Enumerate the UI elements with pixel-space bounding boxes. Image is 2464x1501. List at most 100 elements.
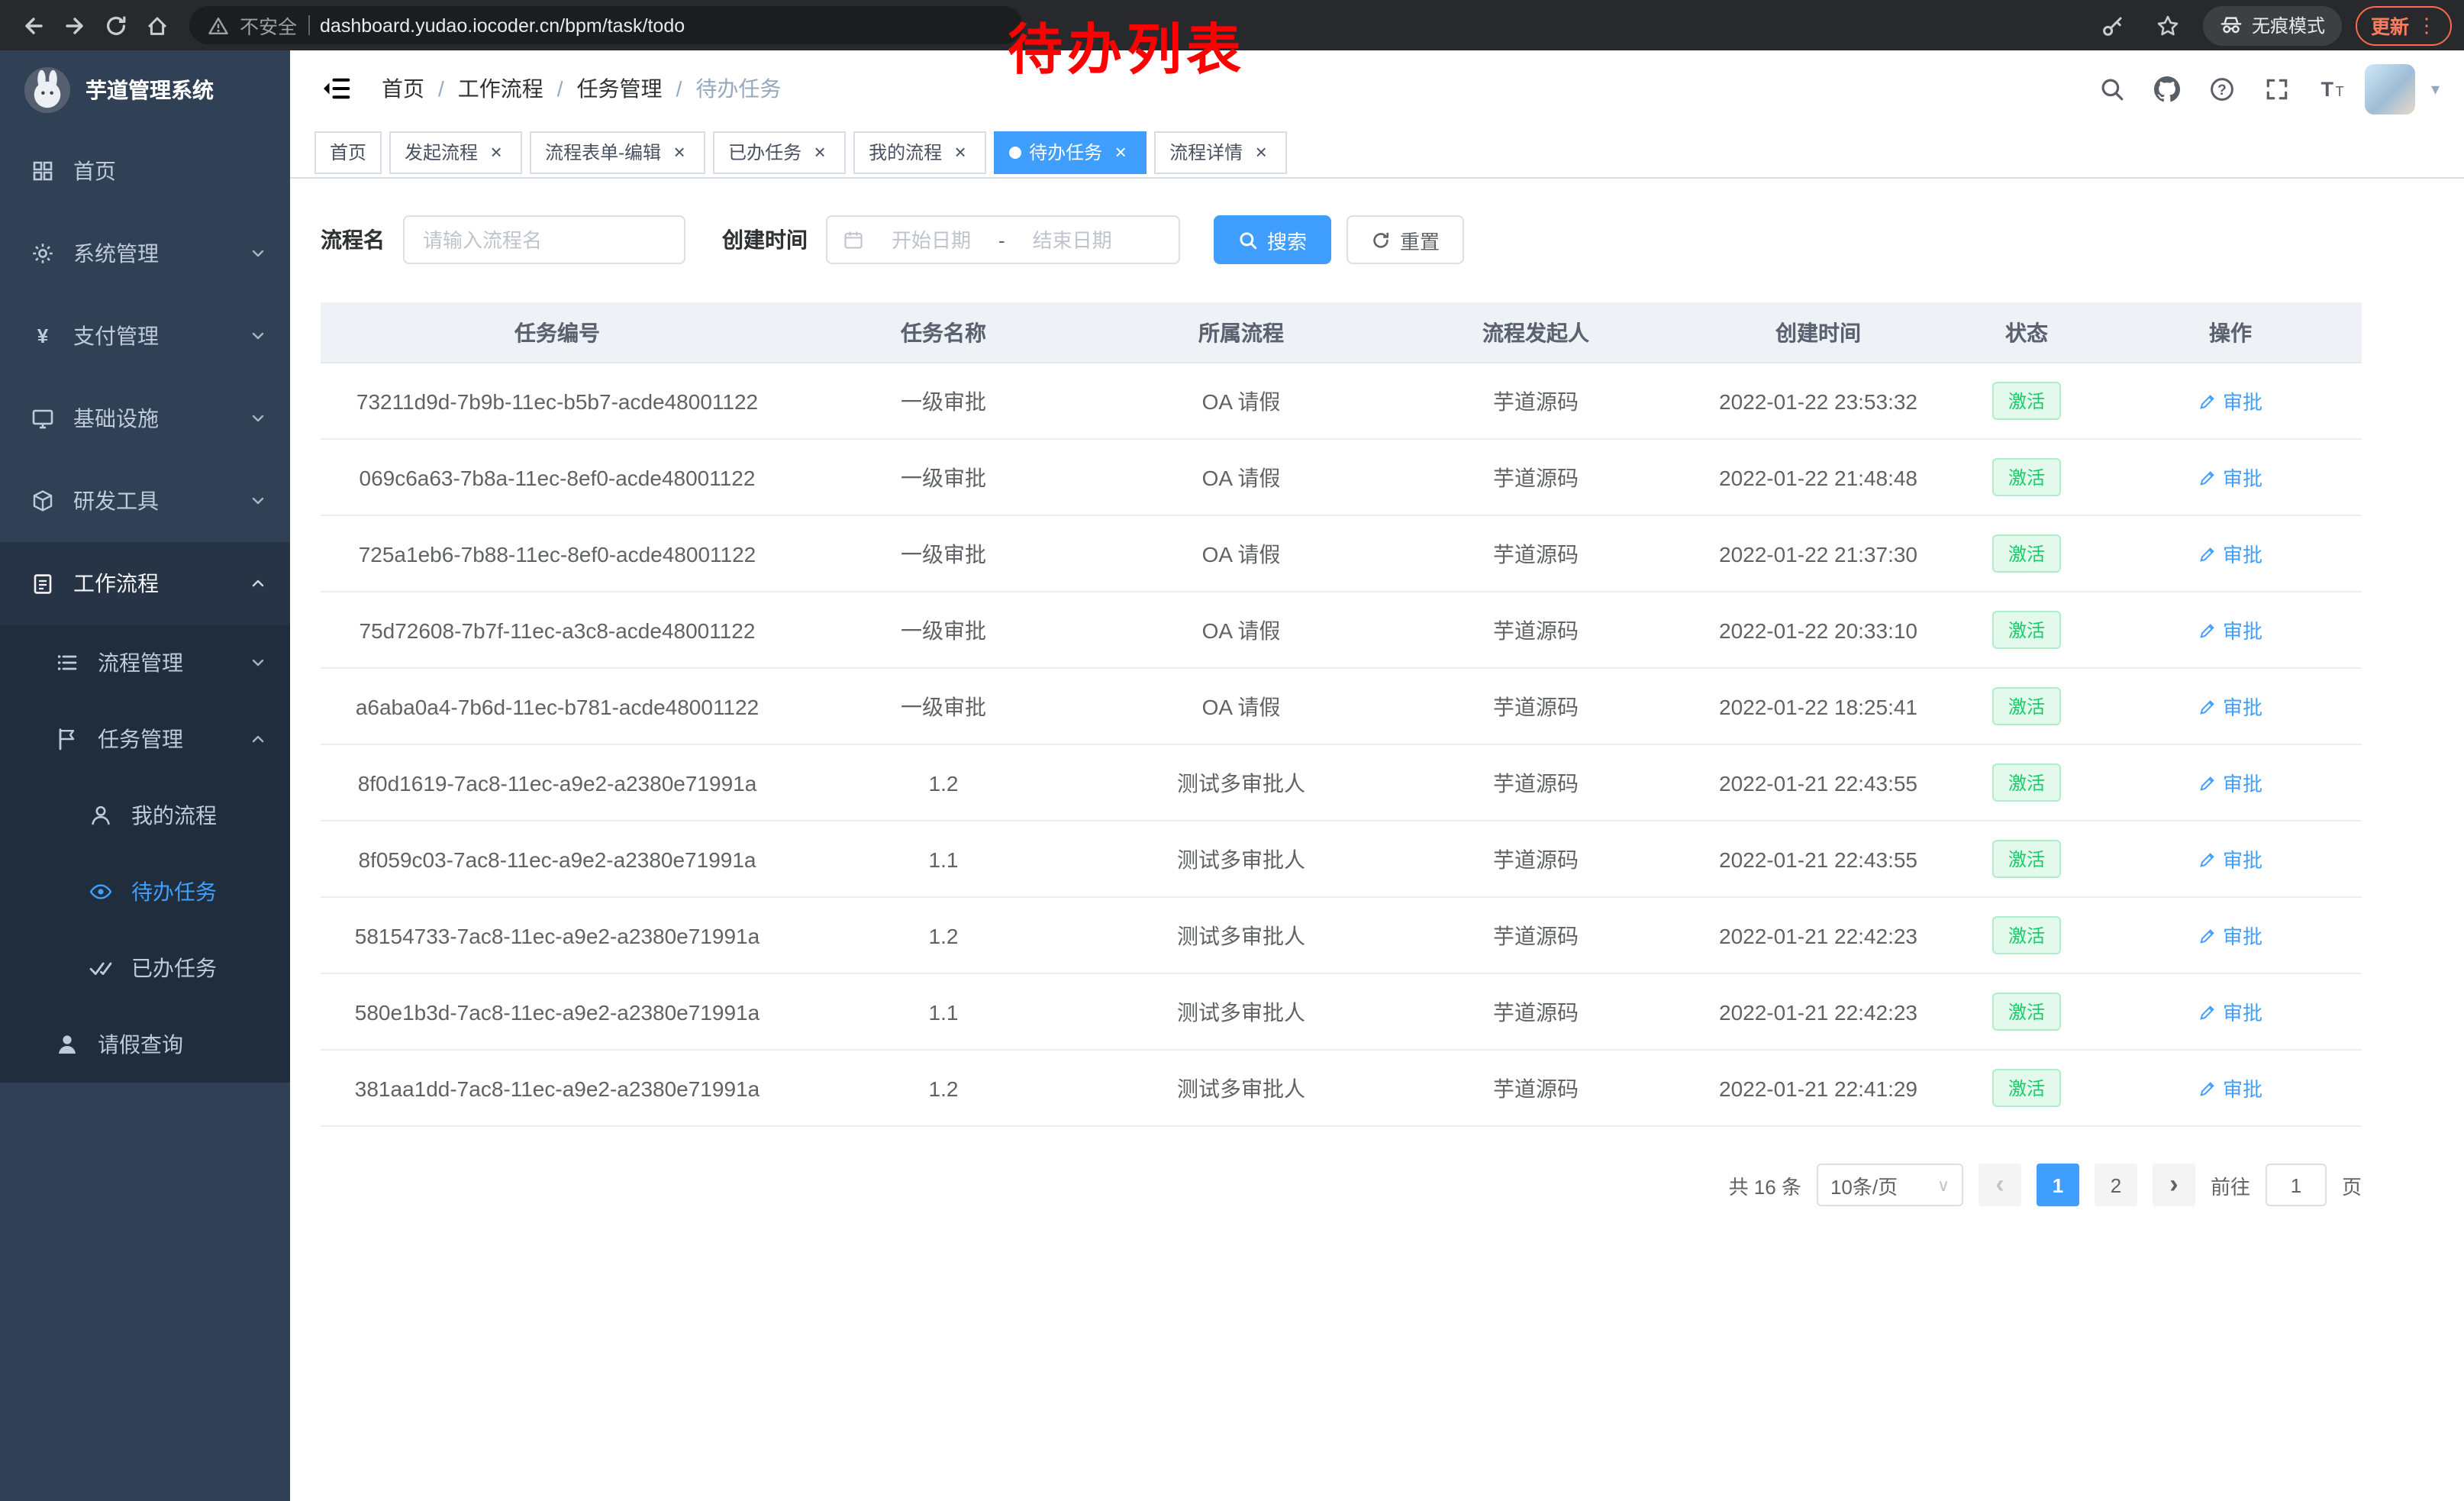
sidebar-item-workflow[interactable]: 工作流程: [0, 542, 290, 625]
reset-button[interactable]: 重置: [1346, 215, 1464, 264]
omnibox-divider: [308, 15, 309, 35]
forward-button[interactable]: [53, 5, 95, 46]
screen: 不安全 dashboard.yudao.iocoder.cn/bpm/task/…: [0, 0, 2464, 1501]
tab-home[interactable]: 首页: [314, 131, 382, 173]
chevron-up-icon: [249, 730, 267, 748]
breadcrumb-workflow[interactable]: 工作流程: [458, 73, 543, 104]
approve-link[interactable]: 审批: [2198, 844, 2262, 873]
approve-link[interactable]: 审批: [2198, 386, 2262, 415]
breadcrumb-task-management[interactable]: 任务管理: [577, 73, 663, 104]
close-tab-icon[interactable]: ×: [1110, 141, 1131, 163]
hamburger-icon: [321, 73, 351, 104]
process-name-input[interactable]: [403, 215, 685, 264]
approve-link[interactable]: 审批: [2198, 768, 2262, 797]
status-badge: 激活: [1993, 534, 2060, 573]
close-tab-icon[interactable]: ×: [669, 141, 690, 163]
approve-link[interactable]: 审批: [2198, 692, 2262, 721]
caret-down-icon[interactable]: ▾: [2431, 79, 2440, 98]
hamburger-button[interactable]: [314, 67, 357, 110]
sidebar-item-todo-tasks[interactable]: 待办任务: [0, 854, 290, 930]
approve-link[interactable]: 审批: [2198, 1073, 2262, 1102]
breadcrumb-home[interactable]: 首页: [382, 73, 424, 104]
table-row: 8f059c03-7ac8-11ec-a9e2-a2380e71991a1.1测…: [321, 821, 2362, 897]
tab-process-form-edit[interactable]: 流程表单-编辑 ×: [530, 131, 705, 173]
sidebar-item-system[interactable]: 系统管理: [0, 212, 290, 295]
update-button[interactable]: 更新 ⋮: [2356, 5, 2452, 45]
edit-pen-icon: [2198, 697, 2217, 715]
password-key-button[interactable]: [2093, 5, 2134, 46]
sidebar-item-payment[interactable]: ¥ 支付管理: [0, 295, 290, 377]
sidebar-item-task-management[interactable]: 任务管理: [0, 701, 290, 777]
status-badge: 激活: [1993, 1069, 2060, 1107]
search-button[interactable]: 搜索: [1214, 215, 1331, 264]
sidebar-item-dev-tools[interactable]: 研发工具: [0, 460, 290, 542]
app-logo: 芋道管理系统: [0, 50, 290, 130]
date-range-picker[interactable]: -: [826, 215, 1180, 264]
font-size-button[interactable]: TT: [2311, 67, 2353, 110]
page-unit-label: 页: [2342, 1170, 2362, 1199]
svg-text:¥: ¥: [37, 324, 49, 347]
dashboard-icon: [31, 159, 55, 183]
close-tab-icon[interactable]: ×: [485, 141, 507, 163]
edit-pen-icon: [2198, 1079, 2217, 1097]
pagination: 共 16 条 10条/页 ∨ ‹ 1 2 › 前往 页: [321, 1164, 2362, 1206]
page-content: 流程名 创建时间 - 搜索 重置: [290, 179, 2464, 1206]
sidebar-item-done-tasks[interactable]: 已办任务: [0, 930, 290, 1006]
approve-link[interactable]: 审批: [2198, 921, 2262, 950]
status-badge: 激活: [1993, 763, 2060, 802]
tab-start-process[interactable]: 发起流程 ×: [389, 131, 522, 173]
approve-link[interactable]: 审批: [2198, 997, 2262, 1026]
page-size-select[interactable]: 10条/页 ∨: [1817, 1164, 1963, 1206]
approve-link[interactable]: 审批: [2198, 539, 2262, 568]
status-badge: 激活: [1993, 840, 2060, 878]
task-table: 任务编号 任务名称 所属流程 流程发起人 创建时间 状态 操作 73211d9d…: [321, 302, 2362, 1127]
sidebar-item-my-processes[interactable]: 我的流程: [0, 777, 290, 854]
edit-pen-icon: [2198, 468, 2217, 486]
close-tab-icon[interactable]: ×: [809, 141, 830, 163]
start-date-input[interactable]: [870, 227, 992, 253]
edit-pen-icon: [2198, 1002, 2217, 1021]
browser-actions: 无痕模式 更新 ⋮: [2093, 5, 2452, 46]
col-actions: 操作: [2099, 302, 2362, 363]
prev-page-button[interactable]: ‹: [1979, 1164, 2021, 1206]
col-create-time: 创建时间: [1682, 302, 1954, 363]
refresh-icon: [103, 13, 127, 37]
bookmark-star-button[interactable]: [2148, 5, 2189, 46]
tab-my-processes[interactable]: 我的流程 ×: [853, 131, 986, 173]
next-page-button[interactable]: ›: [2153, 1164, 2195, 1206]
home-button[interactable]: [136, 5, 177, 46]
close-tab-icon[interactable]: ×: [950, 141, 971, 163]
github-button[interactable]: [2146, 67, 2188, 110]
sidebar-item-home[interactable]: 首页: [0, 130, 290, 212]
filter-bar: 流程名 创建时间 - 搜索 重置: [321, 215, 2464, 264]
user-avatar[interactable]: [2366, 63, 2416, 114]
close-tab-icon[interactable]: ×: [1250, 141, 1272, 163]
tab-todo-tasks[interactable]: 待办任务 ×: [994, 131, 1147, 173]
goto-page-input[interactable]: [2266, 1164, 2327, 1206]
help-button[interactable]: ?: [2201, 67, 2243, 110]
table-row: 725a1eb6-7b88-11ec-8ef0-acde48001122一级审批…: [321, 515, 2362, 592]
search-button[interactable]: [2091, 67, 2133, 110]
refresh-button[interactable]: [95, 5, 136, 46]
tab-process-detail[interactable]: 流程详情 ×: [1154, 131, 1287, 173]
approve-link[interactable]: 审批: [2198, 463, 2262, 492]
end-date-input[interactable]: [1011, 227, 1134, 253]
breadcrumb-current: 待办任务: [695, 73, 781, 104]
approve-link[interactable]: 审批: [2198, 615, 2262, 644]
sidebar-item-leave-query[interactable]: 请假查询: [0, 1006, 290, 1083]
page-button-1[interactable]: 1: [2037, 1164, 2079, 1206]
page-button-2[interactable]: 2: [2095, 1164, 2137, 1206]
help-icon: ?: [2209, 76, 2235, 102]
home-icon: [144, 13, 169, 37]
star-icon: [2156, 13, 2181, 37]
more-menu-icon[interactable]: ⋮: [2417, 13, 2437, 37]
edit-pen-icon: [2198, 926, 2217, 944]
address-bar[interactable]: 不安全 dashboard.yudao.iocoder.cn/bpm/task/…: [189, 6, 1023, 44]
back-button[interactable]: [12, 5, 53, 46]
table-header-row: 任务编号 任务名称 所属流程 流程发起人 创建时间 状态 操作: [321, 302, 2362, 363]
sidebar-item-process-management[interactable]: 流程管理: [0, 625, 290, 701]
sidebar-item-infrastructure[interactable]: 基础设施: [0, 377, 290, 460]
chevron-down-icon: [249, 492, 267, 510]
fullscreen-button[interactable]: [2256, 67, 2298, 110]
tab-done-tasks[interactable]: 已办任务 ×: [713, 131, 846, 173]
